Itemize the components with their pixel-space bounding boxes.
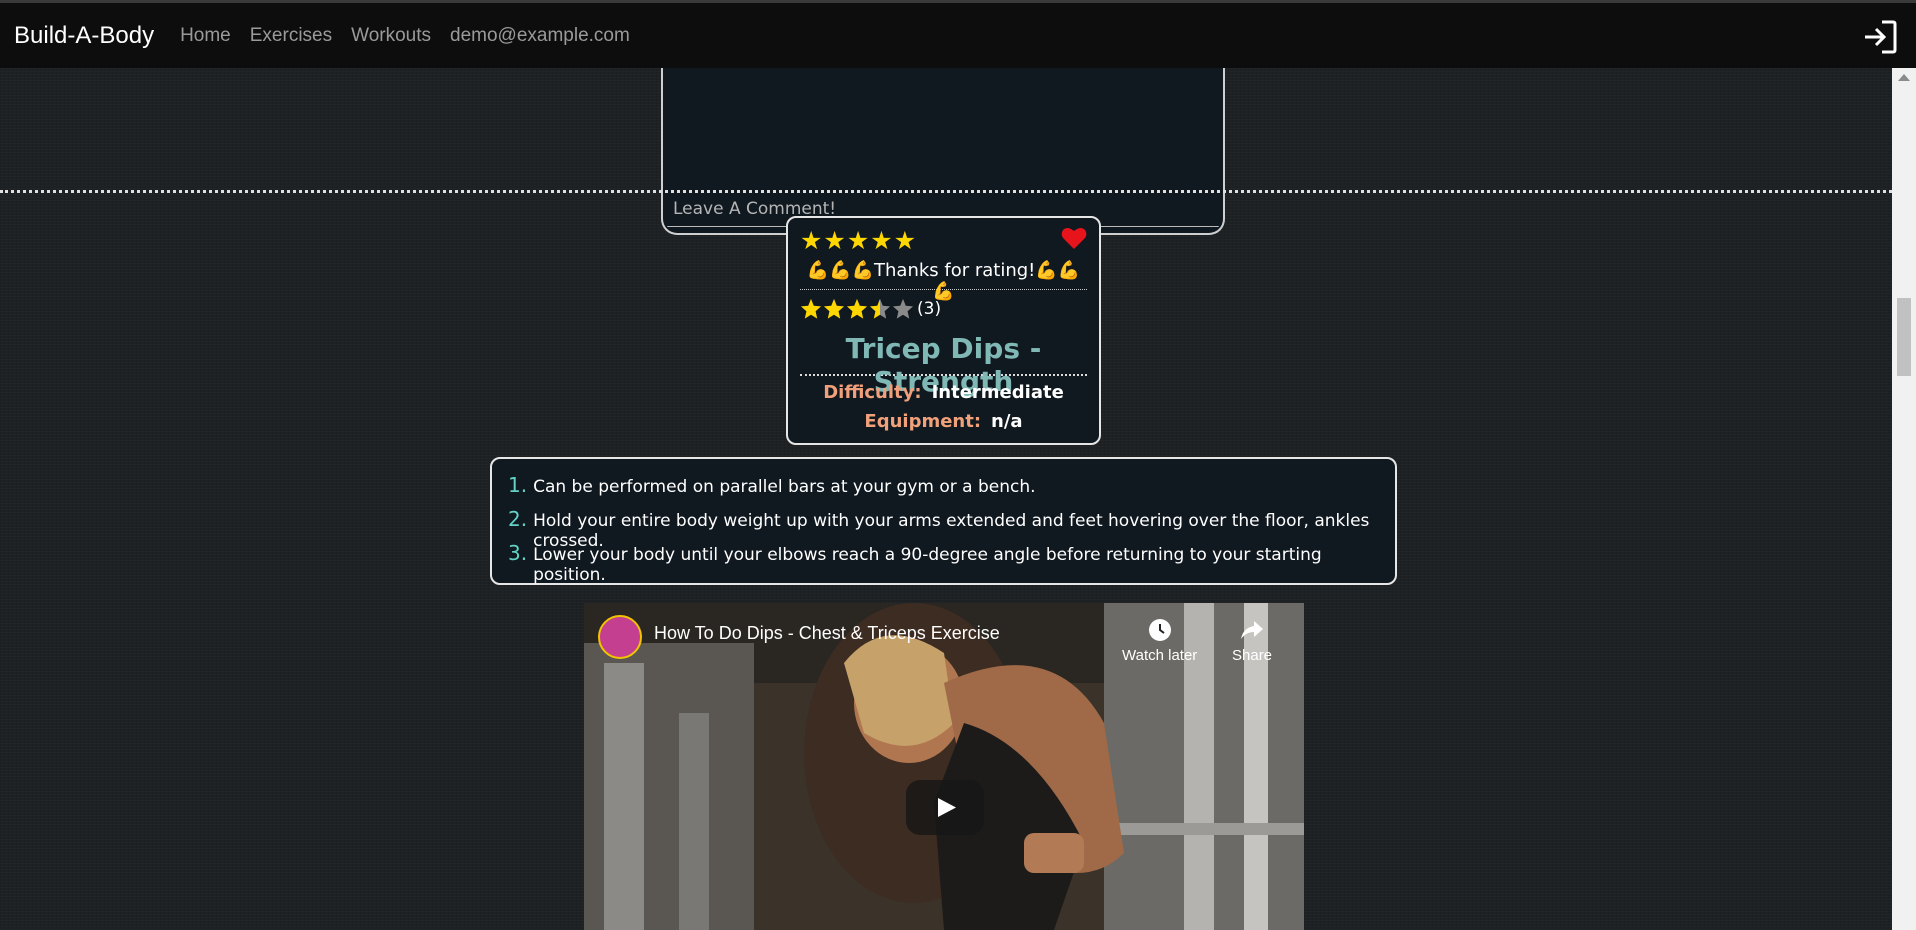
thanks-message: 💪💪💪Thanks for rating!💪💪💪 <box>800 260 1087 302</box>
section-divider <box>0 190 1892 193</box>
watch-later-label: Watch later <box>1122 647 1198 664</box>
share-icon <box>1241 621 1264 639</box>
average-rating: (3) <box>800 298 941 320</box>
rating-count: (3) <box>917 299 942 319</box>
equipment-row: Equipment: n/a <box>788 411 1099 432</box>
nav-link-home[interactable]: Home <box>180 25 231 47</box>
difficulty-value: Intermediate <box>931 382 1064 403</box>
difficulty-label: Difficulty: <box>823 382 922 403</box>
video-title[interactable]: How To Do Dips - Chest & Triceps Exercis… <box>654 623 1000 644</box>
nav-link-workouts[interactable]: Workouts <box>351 25 431 47</box>
list-item: 1. Can be performed on parallel bars at … <box>508 473 1379 507</box>
exercise-title: Tricep Dips - Strength <box>800 332 1087 398</box>
main-content: Leave A Comment! ★★★★★ 💪💪💪Thanks for rat… <box>0 68 1892 930</box>
step-number: 3. <box>508 541 528 565</box>
video-embed[interactable]: How To Do Dips - Chest & Triceps Exercis… <box>584 603 1304 930</box>
step-number: 1. <box>508 473 528 497</box>
scrollbar-thumb[interactable] <box>1897 298 1911 376</box>
step-text: Lower your body until your elbows reach … <box>533 545 1322 585</box>
star-full-icon <box>846 298 868 319</box>
brand-link[interactable]: Build-A-Body <box>14 22 154 50</box>
difficulty-row: Difficulty: Intermediate <box>788 382 1099 403</box>
instructions-list: 1. Can be performed on parallel bars at … <box>490 457 1397 585</box>
vertical-scrollbar[interactable] <box>1892 68 1916 930</box>
list-item: 2. Hold your entire body weight up with … <box>508 507 1379 551</box>
star-empty-icon <box>892 298 914 319</box>
equipment-label: Equipment: <box>864 411 982 432</box>
share-button[interactable]: Share <box>1232 617 1272 664</box>
list-item: 3. Lower your body until your elbows rea… <box>508 541 1379 585</box>
user-rating-stars[interactable]: ★★★★★ <box>800 226 917 256</box>
scroll-up-arrow-icon[interactable] <box>1898 74 1910 81</box>
exercise-card: ★★★★★ 💪💪💪Thanks for rating!💪💪💪 (3) Trice… <box>786 216 1101 445</box>
clock-icon <box>1148 619 1171 641</box>
nav-link-user-email[interactable]: demo@example.com <box>450 25 630 47</box>
step-number: 2. <box>508 507 528 531</box>
star-full-icon <box>823 298 845 319</box>
play-button[interactable] <box>906 780 984 835</box>
top-navbar: Build-A-Body Home Exercises Workouts dem… <box>0 0 1916 68</box>
watch-later-button[interactable]: Watch later <box>1122 617 1197 664</box>
comment-box: Leave A Comment! <box>661 68 1225 235</box>
heart-icon[interactable] <box>1061 226 1087 250</box>
channel-avatar[interactable] <box>598 615 642 659</box>
star-full-icon <box>800 298 822 319</box>
play-icon <box>938 798 956 817</box>
star-half-icon <box>869 298 891 319</box>
nav-link-exercises[interactable]: Exercises <box>250 25 332 47</box>
logout-icon[interactable] <box>1862 19 1898 55</box>
equipment-value: n/a <box>991 411 1023 432</box>
share-label: Share <box>1232 647 1273 664</box>
step-text: Can be performed on parallel bars at you… <box>533 477 1036 497</box>
